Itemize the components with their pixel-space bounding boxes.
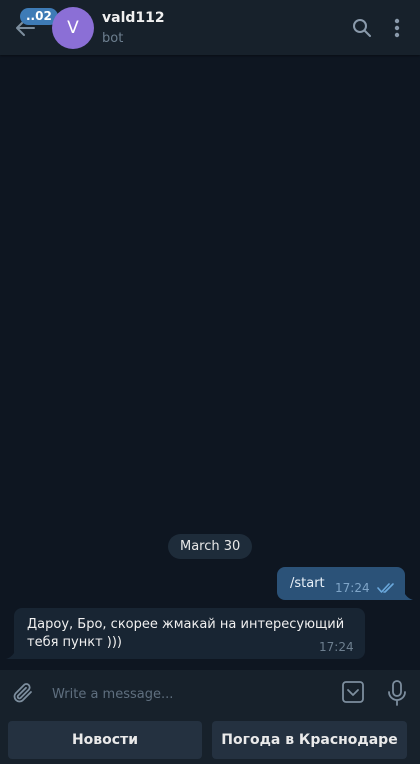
message-text: Дароу, Бро, скорее жмакай на интересующи… bbox=[27, 617, 345, 650]
reply-button-news[interactable]: Новости bbox=[8, 721, 202, 759]
search-icon bbox=[353, 19, 371, 37]
reply-button-weather[interactable]: Погода в Краснодаре bbox=[212, 721, 407, 759]
keyboard-toggle-icon bbox=[342, 681, 364, 703]
message-composer bbox=[0, 670, 420, 716]
more-vertical-icon bbox=[394, 18, 400, 38]
voice-message-button[interactable] bbox=[386, 679, 408, 707]
bot-reply-keyboard: Новости Погода в Краснодаре bbox=[0, 716, 420, 764]
double-check-icon bbox=[377, 583, 394, 593]
outgoing-bubble-tail bbox=[403, 590, 413, 600]
avatar[interactable]: V bbox=[52, 7, 94, 49]
message-time: 17:24 bbox=[319, 640, 354, 654]
attach-button[interactable] bbox=[11, 681, 35, 705]
date-separator: March 30 bbox=[168, 534, 253, 559]
more-menu-button[interactable] bbox=[392, 17, 402, 39]
microphone-icon bbox=[388, 680, 406, 706]
incoming-message[interactable]: Дароу, Бро, скорее жмакай на интересующи… bbox=[14, 608, 365, 659]
chat-status: bot bbox=[102, 31, 124, 46]
message-input[interactable] bbox=[50, 680, 324, 708]
paperclip-icon bbox=[13, 683, 32, 703]
outgoing-message[interactable]: /start 17:24 bbox=[277, 567, 405, 600]
bot-keyboard-toggle-button[interactable] bbox=[341, 680, 365, 704]
chat-title[interactable]: vald112 bbox=[102, 10, 165, 26]
message-text: /start bbox=[290, 576, 325, 591]
incoming-bubble-tail bbox=[6, 649, 16, 659]
message-time: 17:24 bbox=[335, 581, 370, 595]
chat-header: ..02 V vald112 bot bbox=[0, 0, 420, 55]
search-button[interactable] bbox=[352, 18, 372, 38]
